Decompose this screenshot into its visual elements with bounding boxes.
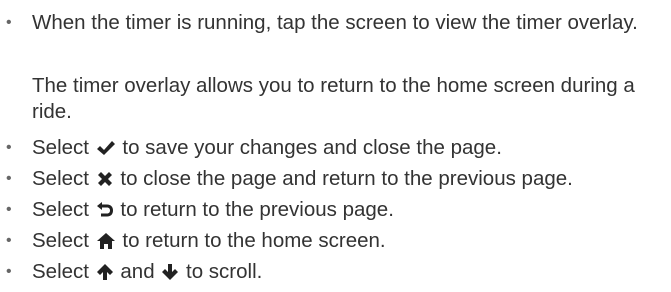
home-icon [96, 232, 116, 250]
list-item-text: Select to close the page and return to t… [32, 166, 662, 192]
list-item: • Select to save your changes and close … [0, 135, 660, 161]
text-select: Select [32, 198, 89, 221]
text-and: and [120, 260, 155, 283]
text-select: Select [32, 167, 89, 190]
text-after: to return to the home screen. [122, 229, 386, 252]
text-select: Select [32, 260, 89, 283]
bullet: • [6, 232, 12, 249]
list-item: • Select to close the page and return to… [0, 166, 660, 192]
list-item-text: Select to save your changes and close th… [32, 135, 662, 161]
text-after: to close the page and return to the prev… [120, 167, 573, 190]
list-item-text: When the timer is running, tap the scree… [32, 11, 638, 34]
text-after: to save your changes and close the page. [122, 136, 502, 159]
text-after: to scroll. [186, 260, 263, 283]
down-arrow-icon [161, 263, 179, 281]
back-arrow-icon [96, 201, 114, 219]
bullet: • [6, 201, 12, 218]
bullet: • [6, 139, 12, 156]
text-select: Select [32, 229, 89, 252]
text-after: to return to the previous page. [120, 198, 394, 221]
list-item: • When the timer is running, tap the scr… [0, 10, 660, 62]
note-paragraph: The timer overlay allows you to return t… [32, 74, 635, 123]
list-item-text: Select to return to the home screen. [32, 228, 662, 254]
bullet: • [6, 263, 12, 280]
list-item-text: Select and to scroll. [32, 259, 662, 285]
list-item: • Select to return to the previous page. [0, 197, 660, 223]
up-arrow-icon [96, 263, 114, 281]
document-page: • When the timer is running, tap the scr… [0, 0, 671, 292]
text-select: Select [32, 136, 89, 159]
checkmark-icon [96, 139, 116, 157]
bullet: • [6, 170, 12, 187]
list-item: • Select and to scroll. [0, 259, 660, 285]
close-x-icon [96, 170, 114, 188]
list-item-text: Select to return to the previous page. [32, 197, 662, 223]
top-cropped-line [0, 0, 671, 3]
list-item: • Select to return to the home screen. [0, 228, 660, 254]
bullet: • [6, 14, 12, 31]
